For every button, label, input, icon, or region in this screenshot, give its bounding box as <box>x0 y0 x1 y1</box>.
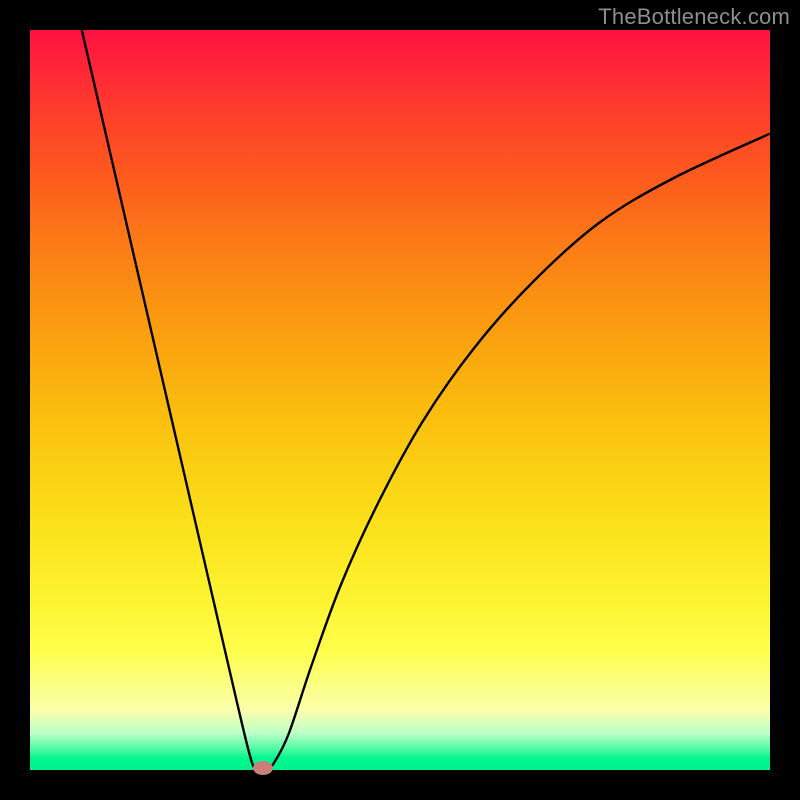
watermark-text: TheBottleneck.com <box>598 4 790 30</box>
optimum-marker <box>253 761 273 775</box>
bottleneck-curve <box>30 30 770 770</box>
plot-area <box>30 30 770 770</box>
chart-container: TheBottleneck.com <box>0 0 800 800</box>
